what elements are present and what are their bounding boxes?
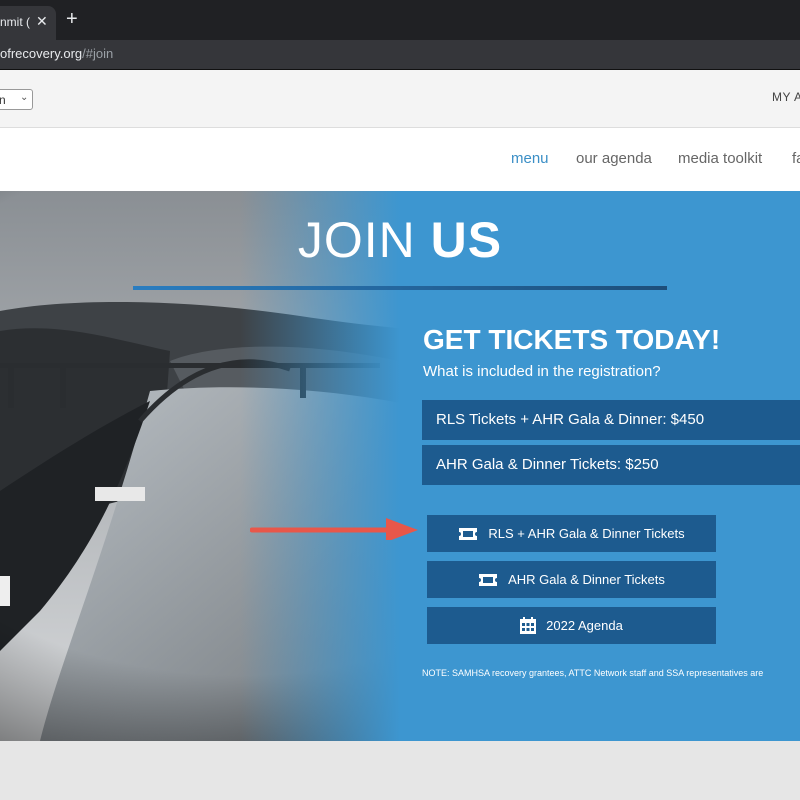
new-tab-button[interactable]: + [66, 9, 78, 29]
language-value: n [0, 93, 6, 107]
button-label: AHR Gala & Dinner Tickets [508, 572, 665, 587]
price-label: AHR Gala & Dinner Tickets: $250 [436, 456, 659, 473]
page-footer-background [0, 741, 800, 800]
tickets-heading: GET TICKETS TODAY! [423, 324, 721, 355]
tab-close-icon[interactable]: ✕ [36, 13, 48, 30]
utility-bar: n ⌄ MY A [0, 70, 800, 128]
my-account-link[interactable]: MY A [772, 90, 800, 104]
nav-item-truncated[interactable]: fa [792, 150, 800, 167]
join-title-light: JOIN [297, 212, 416, 268]
url-path: /#join [82, 46, 114, 61]
main-nav: menu our agenda media toolkit fa [0, 128, 800, 191]
red-arrow-annotation [250, 518, 418, 540]
nav-item-media-toolkit[interactable]: media toolkit [678, 150, 762, 167]
nav-item-our-agenda[interactable]: our agenda [576, 150, 652, 167]
language-select[interactable]: n ⌄ [0, 89, 33, 110]
join-us-section: JOIN US GET TICKETS TODAY! What is inclu… [0, 191, 800, 741]
join-title-bold: US [430, 212, 503, 268]
chevron-down-icon: ⌄ [20, 92, 29, 103]
tickets-subheading: What is included in the registration? [423, 363, 661, 380]
button-label: RLS + AHR Gala & Dinner Tickets [488, 526, 685, 541]
price-row-rls-gala: RLS Tickets + AHR Gala & Dinner: $450 [422, 400, 800, 440]
nav-item-menu[interactable]: menu [511, 150, 549, 167]
join-us-title: JOIN US [0, 211, 800, 269]
tab-title: nmit ( [0, 15, 30, 29]
agenda-button[interactable]: 2022 Agenda [427, 607, 716, 644]
calendar-icon [520, 617, 537, 634]
browser-tab-bar: nmit ( ✕ + [0, 0, 800, 40]
price-row-gala: AHR Gala & Dinner Tickets: $250 [422, 445, 800, 485]
address-bar[interactable]: ofrecovery.org/#join [0, 40, 800, 70]
title-divider [133, 286, 667, 290]
ticket-icon [479, 573, 498, 586]
url-text[interactable]: ofrecovery.org/#join [0, 46, 113, 61]
url-host: ofrecovery.org [0, 46, 83, 61]
gala-tickets-button[interactable]: AHR Gala & Dinner Tickets [427, 561, 716, 598]
registration-note: NOTE: SAMHSA recovery grantees, ATTC Net… [422, 668, 764, 678]
price-label: RLS Tickets + AHR Gala & Dinner: $450 [436, 411, 705, 428]
browser-tab[interactable]: nmit ( ✕ [0, 6, 56, 40]
ticket-icon [459, 527, 478, 540]
button-label: 2022 Agenda [546, 618, 623, 633]
rls-gala-tickets-button[interactable]: RLS + AHR Gala & Dinner Tickets [427, 515, 716, 552]
